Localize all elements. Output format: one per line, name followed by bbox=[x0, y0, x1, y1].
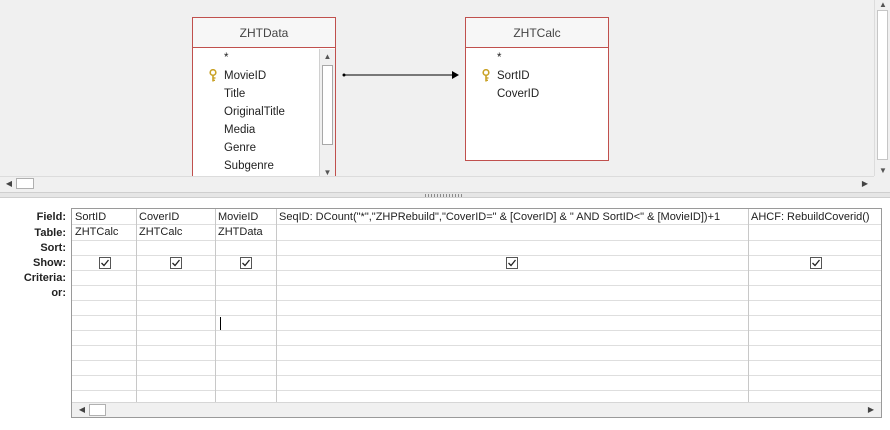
field-label: SortID bbox=[497, 70, 530, 82]
field-list[interactable]: * MovieID Title OriginalTitle Media Genr… bbox=[193, 49, 319, 176]
diagram-horizontal-scrollbar[interactable]: ◀ ▶ bbox=[0, 176, 874, 190]
field-cell-movieid[interactable]: MovieID bbox=[218, 210, 275, 225]
row-label-sort: Sort: bbox=[40, 242, 66, 254]
arrow-right-icon[interactable]: ▶ bbox=[858, 177, 872, 190]
show-checkbox[interactable] bbox=[99, 257, 111, 269]
row-label-field: Field: bbox=[36, 211, 66, 223]
query-diagram-pane[interactable]: ZHTData * MovieID Title OriginalTitle Me… bbox=[0, 0, 890, 192]
table-title[interactable]: ZHTData bbox=[193, 18, 335, 48]
key-icon bbox=[209, 68, 219, 82]
row-label-table: Table: bbox=[34, 227, 66, 239]
field-label: CoverID bbox=[497, 88, 540, 100]
key-icon bbox=[482, 68, 492, 82]
design-grid-pane[interactable]: Field: Table: Sort: Show: Criteria: or: … bbox=[0, 198, 890, 430]
arrow-right-icon[interactable]: ▶ bbox=[864, 403, 878, 417]
table-cell[interactable]: ZHTCalc bbox=[75, 225, 135, 240]
arrow-left-icon[interactable]: ◀ bbox=[75, 403, 89, 417]
arrow-down-icon[interactable]: ▼ bbox=[875, 166, 890, 176]
table-title[interactable]: ZHTCalc bbox=[466, 18, 608, 48]
arrow-up-icon[interactable]: ▲ bbox=[320, 49, 335, 64]
field-label: Media bbox=[224, 124, 256, 136]
field-cell-sortid[interactable]: SortID bbox=[75, 210, 135, 225]
design-grid[interactable]: SortID ZHTCalc CoverID ZHTCalc MovieID Z… bbox=[71, 208, 882, 418]
show-checkbox[interactable] bbox=[240, 257, 252, 269]
field-cell-seqid-expression[interactable]: SeqID: DCount("*","ZHPRebuild","CoverID=… bbox=[279, 210, 747, 225]
show-checkbox[interactable] bbox=[170, 257, 182, 269]
field-cell-ahcf-expression[interactable]: AHCF: RebuildCoverid() bbox=[751, 210, 881, 225]
field-cell-coverid[interactable]: CoverID bbox=[139, 210, 214, 225]
arrow-up-icon[interactable]: ▲ bbox=[875, 0, 890, 10]
row-label-criteria: Criteria: bbox=[23, 272, 66, 284]
field-label: Genre bbox=[224, 142, 256, 154]
field-label: * bbox=[224, 52, 229, 64]
diagram-vertical-scrollbar[interactable]: ▲ ▼ bbox=[874, 0, 890, 176]
row-label-show: Show: bbox=[33, 257, 66, 269]
join-line[interactable] bbox=[340, 68, 464, 82]
scrollbar-thumb[interactable] bbox=[16, 178, 34, 189]
arrow-left-icon[interactable]: ◀ bbox=[2, 177, 16, 190]
scrollbar-thumb[interactable] bbox=[322, 65, 333, 145]
scrollbar-thumb[interactable] bbox=[89, 404, 106, 416]
show-checkbox[interactable] bbox=[810, 257, 822, 269]
field-list-scrollbar[interactable]: ▲ ▼ bbox=[319, 49, 335, 177]
scrollbar-thumb[interactable] bbox=[877, 10, 888, 160]
text-cursor bbox=[220, 317, 221, 330]
field-label: OriginalTitle bbox=[224, 106, 285, 118]
grid-horizontal-scrollbar[interactable]: ◀ ▶ bbox=[72, 402, 881, 417]
table-cell[interactable]: ZHTData bbox=[218, 225, 275, 240]
table-box-zhtcalc[interactable]: ZHTCalc * SortID CoverID bbox=[465, 17, 609, 161]
row-label-or: or: bbox=[51, 287, 66, 299]
splitter-grip[interactable] bbox=[425, 194, 463, 197]
field-list[interactable]: * SortID CoverID bbox=[466, 49, 608, 160]
table-cell[interactable]: ZHTCalc bbox=[139, 225, 214, 240]
show-checkbox[interactable] bbox=[506, 257, 518, 269]
field-label: * bbox=[497, 52, 502, 64]
field-label: MovieID bbox=[224, 70, 267, 82]
field-label: Subgenre bbox=[224, 160, 274, 172]
field-label: Title bbox=[224, 88, 246, 100]
table-box-zhtdata[interactable]: ZHTData * MovieID Title OriginalTitle Me… bbox=[192, 17, 336, 177]
